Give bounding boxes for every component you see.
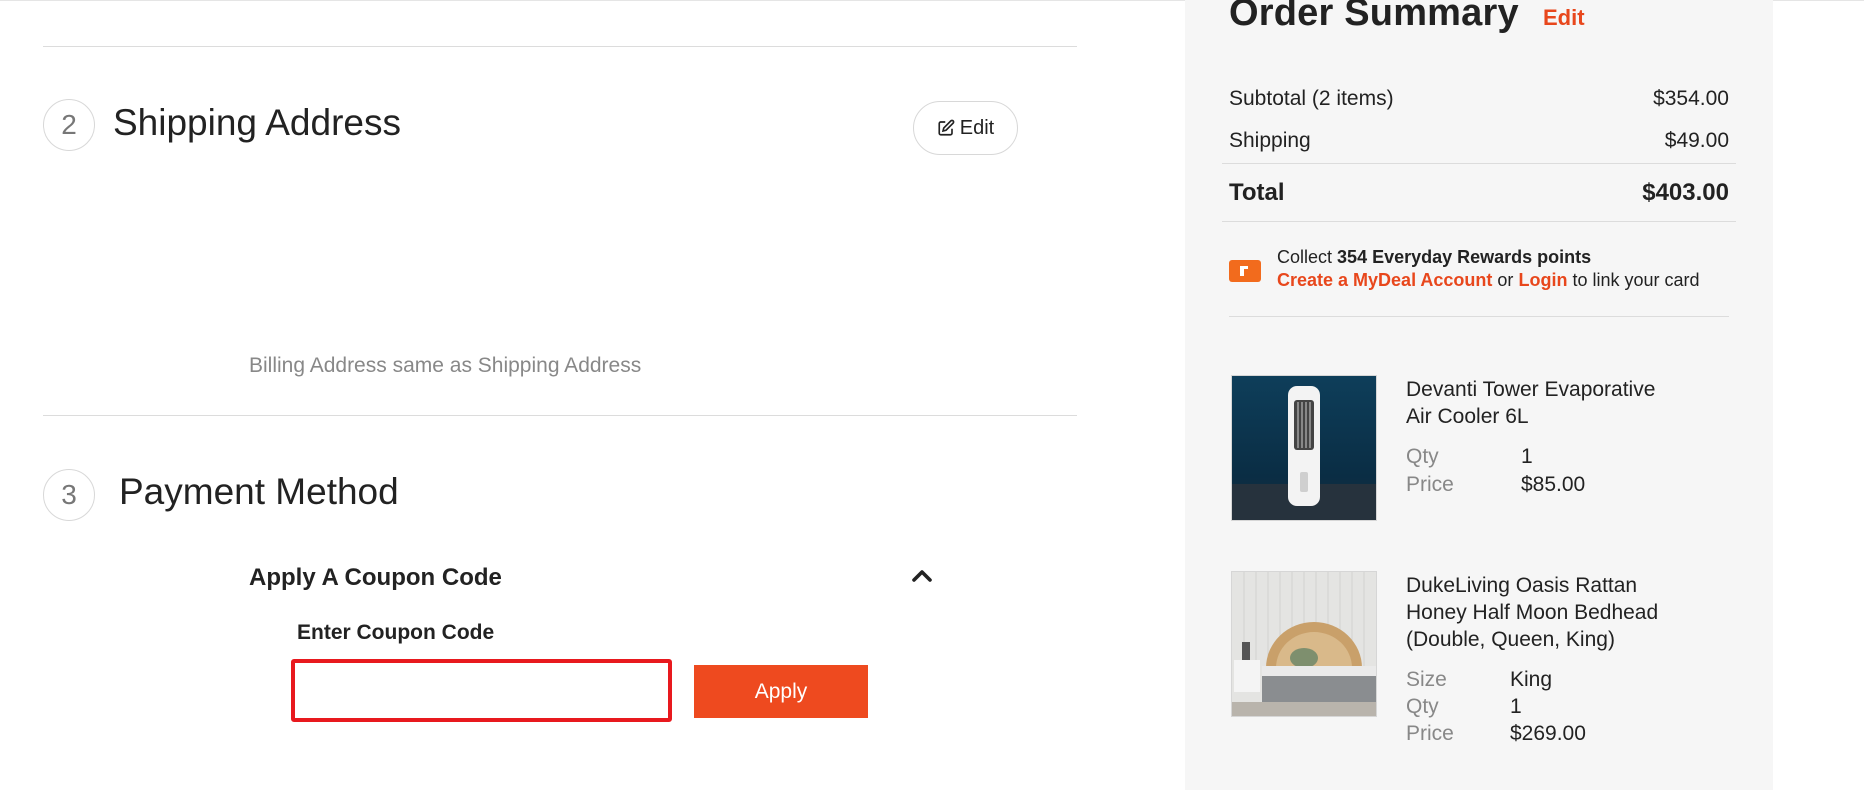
coupon-field-label: Enter Coupon Code <box>297 621 495 644</box>
total-value: $403.00 <box>1642 179 1729 206</box>
summary-divider <box>1222 221 1736 222</box>
rewards-or: or <box>1497 270 1514 290</box>
rewards-collect-text: Collect 354 Everyday Rewards points <box>1277 247 1591 268</box>
subtotal-value: $354.00 <box>1653 87 1729 110</box>
rewards-card-icon <box>1229 260 1261 282</box>
price-value: $85.00 <box>1521 473 1586 496</box>
login-link[interactable]: Login <box>1518 270 1567 290</box>
create-account-link[interactable]: Create a MyDeal Account <box>1277 270 1492 290</box>
section-divider <box>43 415 1077 416</box>
qty-label: Qty <box>1406 695 1439 718</box>
qty-value: 1 <box>1510 695 1522 718</box>
coupon-section-toggle[interactable]: Apply A Coupon Code <box>249 564 502 592</box>
product-name[interactable]: Devanti Tower Evaporative Air Cooler 6L <box>1406 376 1655 430</box>
step-number-shipping: 2 <box>43 99 95 151</box>
subtotal-label: Subtotal (2 items) <box>1229 87 1394 110</box>
payment-method-title: Payment Method <box>119 471 399 512</box>
price-label: Price <box>1406 473 1454 496</box>
apply-coupon-button[interactable]: Apply <box>694 665 868 718</box>
product-name[interactable]: DukeLiving Oasis Rattan Honey Half Moon … <box>1406 572 1658 653</box>
size-value: King <box>1510 668 1553 691</box>
product-name-line: Honey Half Moon Bedhead <box>1406 601 1659 624</box>
summary-divider <box>1222 163 1736 164</box>
billing-same-note: Billing Address same as Shipping Address <box>249 354 642 377</box>
shipping-row: Shipping $49.00 <box>1229 129 1729 153</box>
qty-value: 1 <box>1521 445 1533 468</box>
product-image-bedhead[interactable] <box>1231 571 1377 717</box>
edit-order-link[interactable]: Edit <box>1543 5 1585 31</box>
subtotal-row: Subtotal (2 items) $354.00 <box>1229 87 1729 111</box>
edit-icon <box>938 119 955 136</box>
rewards-collect-prefix: Collect <box>1277 247 1333 267</box>
shipping-label: Shipping <box>1229 129 1311 152</box>
edit-shipping-button[interactable]: Edit <box>913 101 1018 155</box>
qty-label: Qty <box>1406 445 1439 468</box>
product-name-line: (Double, Queen, King) <box>1406 628 1615 651</box>
total-row: Total $403.00 <box>1229 179 1729 207</box>
shipping-address-title: Shipping Address <box>113 102 401 143</box>
product-name-line: Air Cooler 6L <box>1406 405 1529 428</box>
total-label: Total <box>1229 179 1285 206</box>
coupon-code-input[interactable] <box>291 659 672 722</box>
order-summary-title: Order Summary <box>1229 0 1519 34</box>
summary-divider <box>1229 316 1729 317</box>
chevron-up-icon[interactable] <box>910 565 934 585</box>
shipping-value: $49.00 <box>1664 129 1729 152</box>
rewards-link-text: Create a MyDeal Account or Login to link… <box>1277 270 1700 291</box>
size-label: Size <box>1406 668 1447 691</box>
product-name-line: Devanti Tower Evaporative <box>1406 378 1656 401</box>
price-value: $269.00 <box>1510 722 1586 745</box>
price-label: Price <box>1406 722 1454 745</box>
rewards-points: 354 Everyday Rewards points <box>1337 247 1592 267</box>
rewards-suffix: to link your card <box>1572 270 1700 290</box>
section-divider <box>43 46 1077 47</box>
product-image-air-cooler[interactable] <box>1231 375 1377 521</box>
edit-shipping-label: Edit <box>959 116 995 139</box>
product-name-line: DukeLiving Oasis Rattan <box>1406 574 1638 597</box>
step-number-payment: 3 <box>43 469 95 521</box>
